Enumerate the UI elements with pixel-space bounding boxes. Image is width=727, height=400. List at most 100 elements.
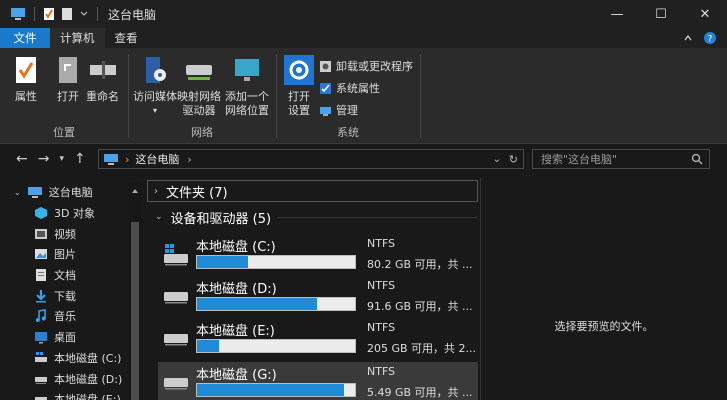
scroll-up-icon[interactable] xyxy=(131,188,139,194)
add-network-location-button[interactable]: 添加一个 网络位置 xyxy=(225,54,269,118)
drive-d[interactable]: 本地磁盘 (D:) NTFS 91.6 GB 可用，共 ... xyxy=(158,276,478,314)
drive-icon xyxy=(35,376,47,384)
recent-locations-icon[interactable]: ▾ xyxy=(59,154,64,164)
ribbon-tabs: 文件 计算机 查看 ? xyxy=(0,28,727,48)
network-location-icon xyxy=(235,59,259,81)
sidebar-item-documents[interactable]: 文档 xyxy=(0,265,143,286)
computer-icon xyxy=(104,153,118,165)
help-icon[interactable]: ? xyxy=(703,31,717,45)
drive-filesystem: NTFS xyxy=(367,237,396,250)
rename-button[interactable]: 重命名 xyxy=(86,54,119,104)
drive-c[interactable]: 本地磁盘 (C:) NTFS 80.2 GB 可用，共 ... xyxy=(158,234,478,272)
group-label-location: 位置 xyxy=(53,126,75,139)
chevron-down-icon: ⌄ xyxy=(155,212,163,222)
svg-text:?: ? xyxy=(708,35,713,45)
document-icon xyxy=(36,269,46,282)
search-input[interactable]: 搜索"这台电脑" xyxy=(532,149,710,169)
devices-group-header[interactable]: ⌄ 设备和驱动器 (5) xyxy=(147,206,477,228)
maximize-button[interactable]: ☐ xyxy=(639,0,683,28)
uninstall-program-button[interactable]: 卸载或更改程序 xyxy=(319,58,413,74)
quick-access-toolbar xyxy=(0,7,100,21)
sidebar-item-drive-c[interactable]: 本地磁盘 (C:) xyxy=(0,348,143,369)
properties-icon xyxy=(16,57,36,83)
divider xyxy=(34,7,35,21)
drive-free-space: 91.6 GB 可用，共 ... xyxy=(367,300,473,313)
address-input[interactable]: › 这台电脑 › ⌄ ↻ xyxy=(98,149,524,169)
open-icon xyxy=(59,57,77,83)
back-arrow-icon[interactable]: ← xyxy=(16,151,28,167)
desktop-icon xyxy=(35,332,47,344)
open-settings-button[interactable]: 打开 设置 xyxy=(283,54,315,118)
drive-e[interactable]: 本地磁盘 (E:) NTFS 205 GB 可用，共 2... xyxy=(158,318,478,356)
divider xyxy=(97,7,98,21)
sidebar-item-videos[interactable]: 视频 xyxy=(0,223,143,244)
ribbon-group-system: 打开 设置 卸载或更改程序 系统属性 管理 系统 xyxy=(277,52,419,142)
sidebar-item-3d-objects[interactable]: 3D 对象 xyxy=(0,203,143,224)
drive-usage-bar xyxy=(196,383,356,397)
properties-button[interactable]: 属性 xyxy=(10,54,42,104)
sidebar-item-desktop[interactable]: 桌面 xyxy=(0,327,143,348)
drive-icon xyxy=(35,397,47,400)
dropdown-arrow-icon: ▾ xyxy=(152,106,157,115)
tab-view[interactable]: 查看 xyxy=(105,28,148,48)
drive-name: 本地磁盘 (G:) xyxy=(196,368,277,383)
breadcrumb[interactable]: 这台电脑 xyxy=(135,151,179,167)
tab-file[interactable]: 文件 xyxy=(0,28,50,48)
settings-icon xyxy=(284,55,314,85)
address-dropdown-icon[interactable]: ⌄ xyxy=(493,154,501,165)
chevron-down-icon[interactable]: ⌄ xyxy=(14,188,21,197)
open-button[interactable]: 打开 xyxy=(52,54,84,104)
sidebar-scrollbar[interactable] xyxy=(128,182,142,400)
properties-quick-icon[interactable] xyxy=(43,7,55,21)
manage-icon xyxy=(320,106,331,116)
drive-icon xyxy=(164,378,188,390)
system-properties-button[interactable]: 系统属性 xyxy=(319,80,380,96)
refresh-icon[interactable]: ↻ xyxy=(509,153,518,166)
preview-pane: 选择要预览的文件。 xyxy=(480,178,727,400)
new-folder-quick-icon[interactable] xyxy=(61,7,73,21)
drive-usage-fill xyxy=(197,298,318,310)
sidebar-item-drive-e[interactable]: 本地磁盘 (E:) xyxy=(0,389,143,400)
sidebar-item-pictures[interactable]: 图片 xyxy=(0,244,143,265)
uninstall-icon xyxy=(320,60,331,72)
collapse-ribbon-icon[interactable] xyxy=(683,33,693,43)
ribbon: 属性 打开 重命名 位置 访问媒体 ▾ 映射网络 驱动器 添加一个 网络位置 网… xyxy=(0,48,727,144)
system-properties-icon xyxy=(320,82,331,94)
minimize-button[interactable]: — xyxy=(595,0,639,28)
scrollbar-thumb[interactable] xyxy=(131,222,139,400)
drive-free-space: 205 GB 可用，共 2... xyxy=(367,342,477,355)
manage-button[interactable]: 管理 xyxy=(319,102,358,118)
rename-icon xyxy=(89,61,116,79)
ribbon-group-location: 属性 打开 重命名 位置 xyxy=(0,52,128,142)
sidebar-item-drive-d[interactable]: 本地磁盘 (D:) xyxy=(0,368,143,389)
drive-filesystem: NTFS xyxy=(367,279,396,292)
drive-name: 本地磁盘 (D:) xyxy=(196,282,277,297)
divider xyxy=(277,217,477,218)
map-network-drive-button[interactable]: 映射网络 驱动器 xyxy=(177,54,221,118)
breadcrumb-separator-icon[interactable]: › xyxy=(187,153,191,166)
sidebar-item-music[interactable]: 音乐 xyxy=(0,306,143,327)
drive-icon xyxy=(164,292,188,304)
drive-icon xyxy=(164,334,188,346)
close-button[interactable]: ✕ xyxy=(683,0,727,28)
tab-computer[interactable]: 计算机 xyxy=(50,28,105,48)
drive-usage-bar xyxy=(196,339,356,353)
windows-drive-icon xyxy=(35,351,47,362)
drive-name: 本地磁盘 (E:) xyxy=(196,324,275,339)
chevron-right-icon: › xyxy=(154,185,158,197)
folders-group-header[interactable]: › 文件夹 (7) xyxy=(147,180,478,202)
sidebar-item-this-pc[interactable]: ⌄ 这台电脑 xyxy=(0,182,143,203)
drive-g[interactable]: 本地磁盘 (G:) NTFS 5.49 GB 可用，共 ... xyxy=(158,362,478,400)
title-bar: 这台电脑 — ☐ ✕ xyxy=(0,0,727,28)
computer-icon xyxy=(11,8,25,20)
network-drive-icon xyxy=(186,65,212,80)
up-arrow-icon[interactable]: ↑ xyxy=(74,151,86,167)
quick-access-dropdown-icon[interactable] xyxy=(79,9,89,19)
access-media-button[interactable]: 访问媒体 ▾ xyxy=(133,54,177,118)
group-label-network: 网络 xyxy=(191,126,213,139)
forward-arrow-icon[interactable]: → xyxy=(38,151,50,167)
sidebar-item-downloads[interactable]: 下载 xyxy=(0,285,143,306)
content-pane: › 文件夹 (7) ⌄ 设备和驱动器 (5) 本地磁盘 (C:) NTFS 80… xyxy=(145,178,480,400)
picture-icon xyxy=(35,249,47,260)
breadcrumb-separator-icon[interactable]: › xyxy=(125,153,129,166)
